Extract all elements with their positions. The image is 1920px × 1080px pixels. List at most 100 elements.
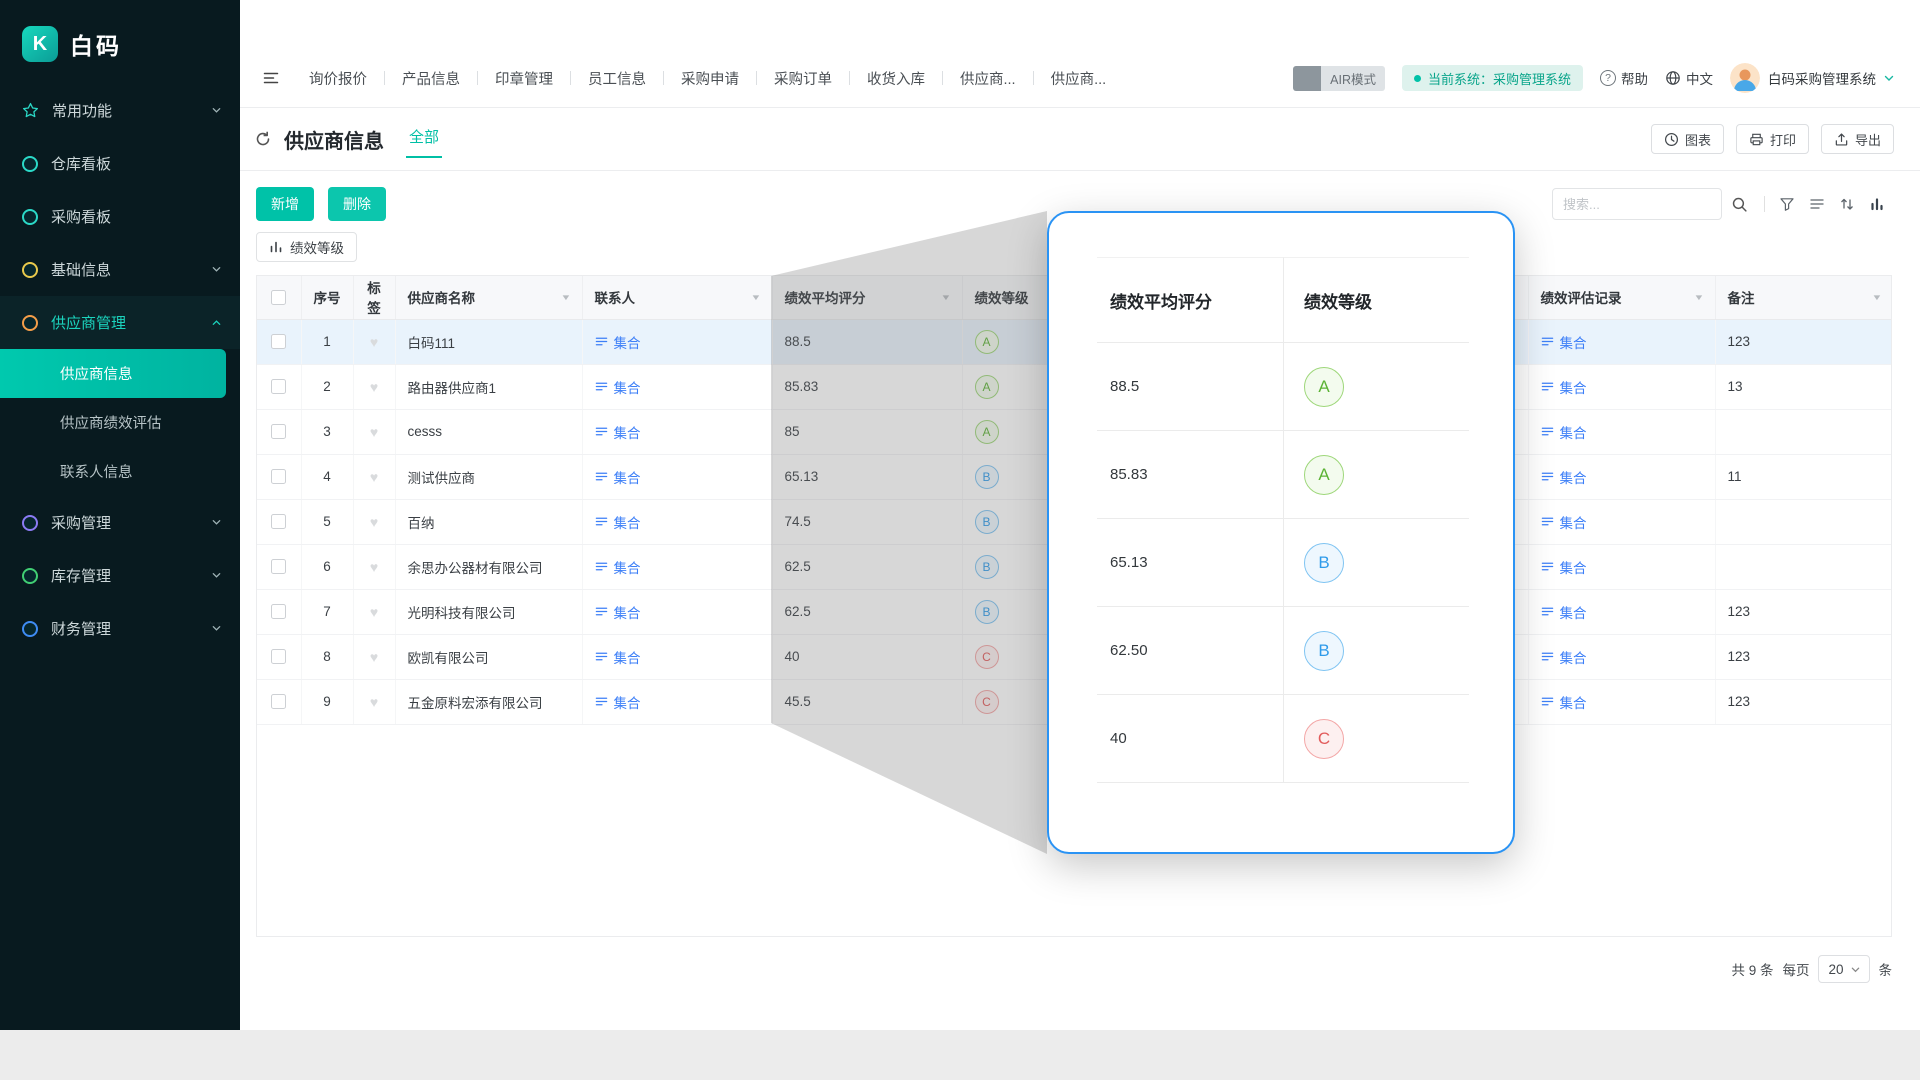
tab-all[interactable]: 全部 xyxy=(406,120,442,158)
collection-link-label: 集合 xyxy=(614,557,641,577)
tab-inquiry-quote[interactable]: 询价报价 xyxy=(292,68,384,89)
collection-link[interactable]: 集合 xyxy=(595,647,641,667)
tab-purchase-order[interactable]: 采购订单 xyxy=(757,68,849,89)
row-checkbox[interactable] xyxy=(271,334,286,349)
row-checkbox[interactable] xyxy=(271,469,286,484)
delete-button[interactable]: 删除 xyxy=(328,187,386,221)
popup-grade-cell: A xyxy=(1283,431,1469,519)
row-checkbox[interactable] xyxy=(271,649,286,664)
sidebar-item-label: 常用功能 xyxy=(52,100,112,121)
filter-triangle-icon[interactable]: ▼ xyxy=(940,293,951,302)
filter-triangle-icon[interactable]: ▼ xyxy=(560,293,571,302)
language-label: 中文 xyxy=(1686,68,1713,88)
search-input[interactable] xyxy=(1552,188,1722,220)
column-settings-icon[interactable] xyxy=(1832,196,1862,212)
collection-link-label: 集合 xyxy=(1560,467,1587,487)
column-header-inner: 联系人▼ xyxy=(595,287,760,307)
collection-link[interactable]: 集合 xyxy=(595,377,641,397)
collection-link[interactable]: 集合 xyxy=(1541,377,1587,397)
filter-triangle-icon[interactable]: ▼ xyxy=(1693,293,1704,302)
collection-link[interactable]: 集合 xyxy=(595,422,641,442)
collection-link[interactable]: 集合 xyxy=(1541,692,1587,712)
popup-grade-cell: B xyxy=(1283,519,1469,607)
collection-link[interactable]: 集合 xyxy=(595,512,641,532)
sidebar-item-purchase-board[interactable]: 采购看板 xyxy=(0,190,240,243)
language-button[interactable]: 中文 xyxy=(1665,68,1713,88)
page-size-select[interactable]: 20 xyxy=(1818,955,1869,983)
popup-grade-cell: C xyxy=(1283,695,1469,783)
tag-icon: ♥ xyxy=(370,514,378,530)
row-checkbox[interactable] xyxy=(271,559,286,574)
list-icon xyxy=(595,605,608,618)
collection-link[interactable]: 集合 xyxy=(595,557,641,577)
row-checkbox-cell xyxy=(257,409,301,454)
export-button[interactable]: 导出 xyxy=(1821,124,1894,154)
tab-employee-info[interactable]: 员工信息 xyxy=(571,68,663,89)
help-button[interactable]: ? 帮助 xyxy=(1600,68,1648,88)
filter-triangle-icon[interactable]: ▼ xyxy=(1871,293,1882,302)
sidebar-item-supplier-mgmt[interactable]: 供应商管理 xyxy=(0,296,240,349)
popup-grade-badge-a: A xyxy=(1304,367,1344,407)
select-all-checkbox[interactable] xyxy=(271,290,286,305)
tab-seal-mgmt[interactable]: 印章管理 xyxy=(478,68,570,89)
printer-icon xyxy=(1749,132,1764,147)
sidebar-item-warehouse-board[interactable]: 仓库看板 xyxy=(0,137,240,190)
row-checkbox[interactable] xyxy=(271,424,286,439)
air-mode-icon xyxy=(1293,66,1321,91)
row-settings-icon[interactable] xyxy=(1802,196,1832,212)
sidebar-subitem-contact-info[interactable]: 联系人信息 xyxy=(0,447,226,496)
sidebar-item-purchase-mgmt[interactable]: 采购管理 xyxy=(0,496,240,549)
tab-purchase-request[interactable]: 采购申请 xyxy=(664,68,756,89)
air-mode-badge[interactable]: AIR模式 xyxy=(1293,66,1385,91)
collection-link[interactable]: 集合 xyxy=(595,332,641,352)
collection-link-label: 集合 xyxy=(1560,377,1587,397)
filter-icon[interactable] xyxy=(1772,196,1802,212)
collapse-menu-icon[interactable] xyxy=(254,69,288,87)
sidebar-item-basic-info[interactable]: 基础信息 xyxy=(0,243,240,296)
record-cell: 集合 xyxy=(1528,634,1715,679)
refresh-button[interactable] xyxy=(254,130,272,148)
collection-link[interactable]: 集合 xyxy=(1541,602,1587,622)
row-checkbox[interactable] xyxy=(271,604,286,619)
collection-link[interactable]: 集合 xyxy=(1541,422,1587,442)
score-cell: 65.13 xyxy=(772,454,962,499)
collection-link[interactable]: 集合 xyxy=(595,692,641,712)
grade-filter-chip[interactable]: 绩效等级 xyxy=(256,232,357,262)
sidebar-item-inventory-mgmt[interactable]: 库存管理 xyxy=(0,549,240,602)
search-icon[interactable] xyxy=(1722,196,1757,213)
tab-receiving-inbound[interactable]: 收货入库 xyxy=(850,68,942,89)
tab-product-info[interactable]: 产品信息 xyxy=(385,68,477,89)
contact-cell: 集合 xyxy=(582,319,772,364)
user-menu[interactable]: 白码采购管理系统 xyxy=(1730,63,1894,93)
filter-triangle-icon[interactable]: ▼ xyxy=(750,293,761,302)
collection-link[interactable]: 集合 xyxy=(1541,512,1587,532)
collection-link-label: 集合 xyxy=(614,467,641,487)
collection-link[interactable]: 集合 xyxy=(1541,647,1587,667)
collection-link[interactable]: 集合 xyxy=(595,602,641,622)
sidebar-subitem-supplier-performance[interactable]: 供应商绩效评估 xyxy=(0,398,226,447)
row-checkbox-cell xyxy=(257,499,301,544)
contact-cell: 集合 xyxy=(582,499,772,544)
collection-link[interactable]: 集合 xyxy=(1541,332,1587,352)
globe-icon xyxy=(1665,70,1681,86)
row-checkbox[interactable] xyxy=(271,514,286,529)
grade-filter-chip-label: 绩效等级 xyxy=(290,237,344,257)
contact-cell: 集合 xyxy=(582,454,772,499)
collection-link-label: 集合 xyxy=(1560,647,1587,667)
menu-dot-icon xyxy=(22,315,38,331)
sidebar-item-finance-mgmt[interactable]: 财务管理 xyxy=(0,602,240,655)
tab-supplier-2[interactable]: 供应商... xyxy=(1034,68,1124,89)
sidebar-subitem-supplier-info[interactable]: 供应商信息 xyxy=(0,349,226,398)
add-button[interactable]: 新增 xyxy=(256,187,314,221)
chart-button[interactable]: 图表 xyxy=(1651,124,1724,154)
row-checkbox[interactable] xyxy=(271,379,286,394)
sidebar-item-common-functions[interactable]: 常用功能 xyxy=(0,84,240,137)
collection-link[interactable]: 集合 xyxy=(595,467,641,487)
collection-link[interactable]: 集合 xyxy=(1541,557,1587,577)
row-checkbox[interactable] xyxy=(271,694,286,709)
chevron-down-icon xyxy=(211,264,222,275)
print-button[interactable]: 打印 xyxy=(1736,124,1809,154)
chart-view-icon[interactable] xyxy=(1862,196,1892,212)
collection-link[interactable]: 集合 xyxy=(1541,467,1587,487)
tab-supplier-1[interactable]: 供应商... xyxy=(943,68,1033,89)
